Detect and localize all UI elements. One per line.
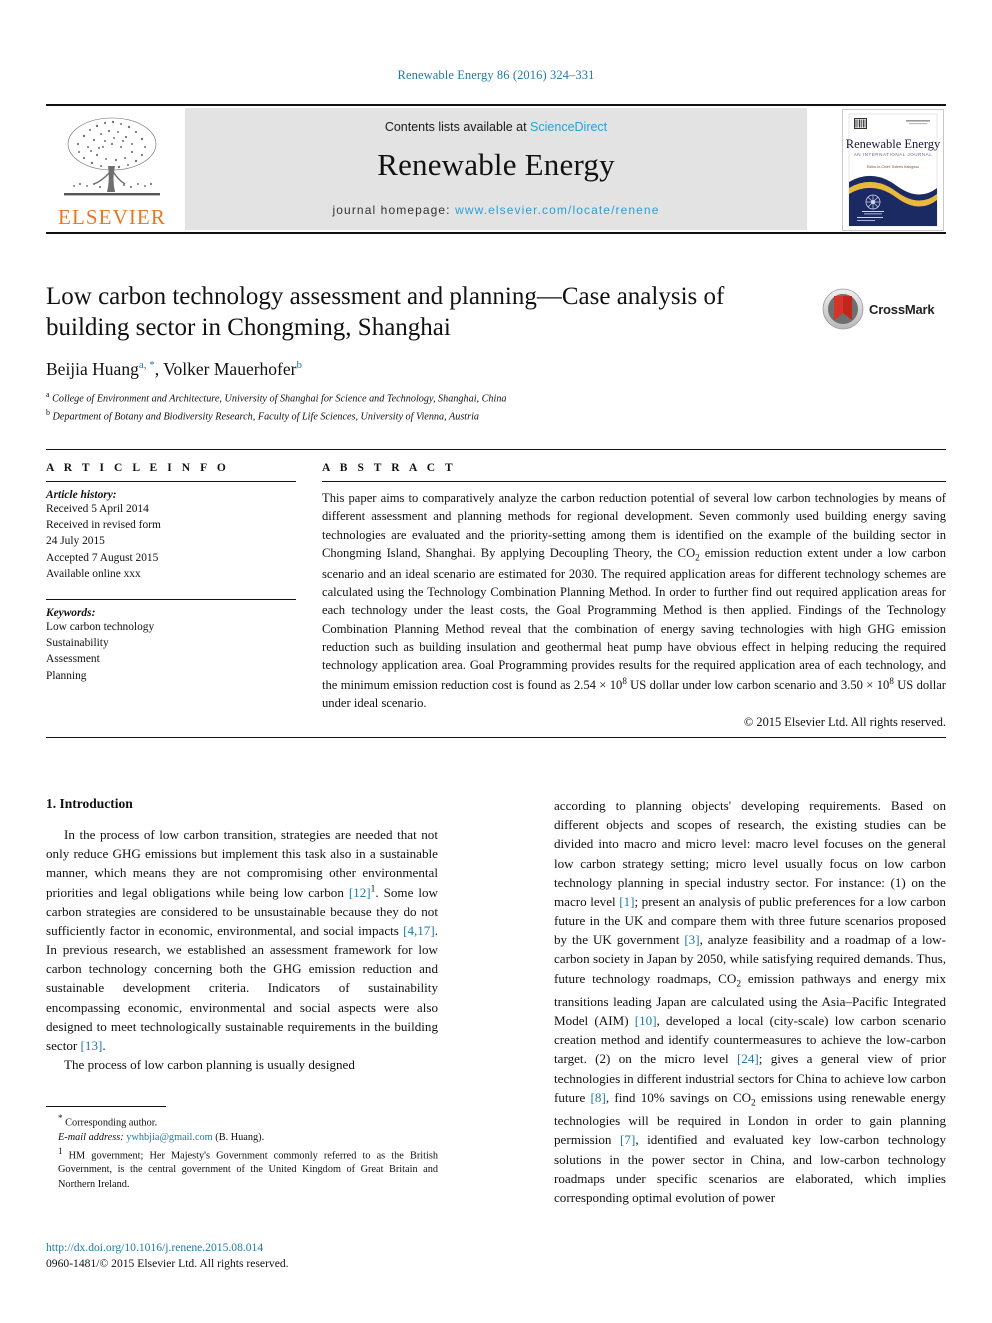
body-column-left: 1. Introduction In the process of low ca… [46, 796, 438, 1074]
contents-prefix: Contents lists available at [384, 120, 531, 134]
elsevier-logo: ELSEVIER [48, 108, 176, 230]
journal-homepage-link[interactable]: www.elsevier.com/locate/renene [455, 203, 659, 217]
svg-text:AN INTERNATIONAL JOURNAL: AN INTERNATIONAL JOURNAL [854, 152, 933, 157]
email-owner: (B. Huang). [215, 1131, 265, 1143]
journal-cover-thumbnail: Renewable Energy AN INTERNATIONAL JOURNA… [842, 109, 944, 231]
footnote-email: E-mail address: ywhbjia@gmail.com (B. Hu… [46, 1131, 438, 1145]
keyword-item: Sustainability [46, 637, 109, 650]
footnote-mark: * [58, 1113, 63, 1123]
section-heading-introduction: 1. Introduction [46, 796, 133, 811]
homepage-prefix: journal homepage: [332, 203, 456, 217]
footer-block: http://dx.doi.org/10.1016/j.renene.2015.… [46, 1240, 466, 1271]
affiliation-list: a College of Environment and Architectur… [46, 389, 806, 424]
affiliation-text: College of Environment and Architecture,… [52, 393, 507, 405]
citation-link[interactable]: [24] [737, 1051, 759, 1066]
info-rule-top [46, 449, 946, 450]
author-affiliation-mark[interactable]: a, * [139, 359, 155, 371]
affiliation-text: Department of Botany and Biodiversity Re… [52, 411, 480, 423]
paragraph-part: . In previous research, we established a… [46, 922, 438, 1053]
article-history-item: Received 5 April 2014 [46, 503, 149, 515]
article-history-item: Available online xxx [46, 567, 141, 580]
elsevier-tree-icon [64, 117, 160, 196]
sciencedirect-link[interactable]: ScienceDirect [530, 120, 607, 134]
affiliation-mark: b [46, 407, 50, 417]
footnote-rule [46, 1106, 166, 1107]
abstract-heading: A B S T R A C T [322, 462, 457, 474]
body-paragraph: In the process of low carbon transition,… [46, 825, 438, 1055]
crossmark-label: CrossMark [869, 301, 935, 317]
paper-page: Renewable Energy 86 (2016) 324–331 ELSEV… [0, 0, 992, 1323]
author-list: Beijia Huanga, *, Volker Mauerhoferb [46, 359, 806, 380]
svg-text:Renewable Energy: Renewable Energy [846, 137, 941, 151]
elsevier-wordmark: ELSEVIER [58, 205, 166, 229]
article-info-column: A R T I C L E I N F O Article history: R… [46, 462, 296, 684]
author-name: Volker Mauerhofer [163, 359, 297, 379]
abstract-text: This paper aims to comparatively analyze… [322, 489, 946, 712]
svg-text:Editor-in-Chief: Soteris Kalog: Editor-in-Chief: Soteris Kalogirou [867, 165, 919, 169]
running-head: Renewable Energy 86 (2016) 324–331 [397, 68, 595, 82]
body-paragraph: The process of low carbon planning is us… [64, 1057, 355, 1073]
keyword-item: Low carbon technology [46, 620, 155, 633]
page-title: Low carbon technology assessment and pla… [46, 283, 725, 341]
paragraph-part: . [102, 1037, 106, 1053]
title-block: Low carbon technology assessment and pla… [46, 281, 806, 424]
citation-link[interactable]: [10] [635, 1013, 657, 1028]
article-history-item: Received in revised form [46, 519, 161, 532]
affiliation-item: a College of Environment and Architectur… [46, 389, 806, 407]
paragraph-part: , find 10% savings on CO [605, 1089, 752, 1105]
article-info-heading: A R T I C L E I N F O [46, 462, 230, 474]
abstract-part: US dollar under low carbon scenario and … [626, 677, 890, 692]
journal-masthead: ELSEVIER Contents lists available at Sci… [46, 104, 946, 234]
footnote-item: 1 HM government; Her Majesty's Governmen… [46, 1145, 438, 1192]
abstract-copyright: © 2015 Elsevier Ltd. All rights reserved… [743, 715, 946, 730]
email-link[interactable]: ywhbjia@gmail.com [126, 1132, 212, 1143]
body-paragraph: according to planning objects' developin… [554, 796, 946, 1207]
info-rule-bottom [46, 737, 946, 738]
email-label: E-mail address: [58, 1131, 124, 1143]
article-history-item: 24 July 2015 [46, 535, 105, 548]
paragraph-part: according to planning objects' developin… [554, 798, 946, 909]
author-separator: , [154, 359, 164, 379]
footnote-block: * Corresponding author. E-mail address: … [46, 1106, 438, 1192]
article-history-label: Article history: [46, 489, 117, 501]
issn-copyright-line: 0960-1481/© 2015 Elsevier Ltd. All right… [46, 1256, 289, 1270]
footnote-text: Corresponding author. [65, 1117, 158, 1129]
footnote-mark: 1 [58, 1145, 63, 1156]
keywords-divider [46, 598, 296, 600]
citation-link[interactable]: [13] [81, 1038, 103, 1053]
citation-link[interactable]: [1] [619, 894, 634, 909]
contents-line: Contents lists available at ScienceDirec… [185, 108, 807, 134]
affiliation-mark: a [46, 390, 50, 399]
footnote-text: HM government; Her Majesty's Government … [58, 1150, 439, 1190]
abstract-divider [322, 481, 946, 482]
keywords-block: Keywords: Low carbon technology Sustaina… [46, 598, 296, 684]
crossmark-badge[interactable]: CrossMark [822, 287, 942, 331]
citation-link[interactable]: [4,17] [403, 923, 435, 938]
article-info-divider [46, 481, 296, 482]
citation-link[interactable]: [12] [349, 885, 371, 900]
body-column-right: according to planning objects' developin… [554, 796, 946, 1207]
journal-band: Contents lists available at ScienceDirec… [185, 108, 807, 230]
crossmark-icon [822, 288, 864, 330]
keyword-item: Planning [46, 669, 87, 682]
journal-title: Renewable Energy [377, 147, 615, 182]
author-affiliation-mark[interactable]: b [296, 359, 302, 371]
abstract-part: emission reduction extent under a low ca… [322, 545, 946, 692]
abstract-column: A B S T R A C T This paper aims to compa… [322, 462, 946, 730]
article-history-item: Accepted 7 August 2015 [46, 551, 159, 564]
footnote-corresponding-author: * Corresponding author. [46, 1112, 438, 1131]
journal-homepage-line: journal homepage: www.elsevier.com/locat… [185, 203, 807, 217]
keywords-label: Keywords: [46, 606, 96, 619]
citation-link[interactable]: [3] [684, 932, 699, 947]
affiliation-item: b Department of Botany and Biodiversity … [46, 407, 806, 425]
citation-link[interactable]: [8] [591, 1090, 606, 1105]
doi-link[interactable]: http://dx.doi.org/10.1016/j.renene.2015.… [46, 1240, 466, 1256]
cover-artwork-icon: Renewable Energy AN INTERNATIONAL JOURNA… [843, 110, 943, 230]
citation-link[interactable]: [7] [620, 1132, 635, 1147]
author-name: Beijia Huang [46, 359, 139, 379]
keyword-item: Assessment [46, 653, 100, 666]
